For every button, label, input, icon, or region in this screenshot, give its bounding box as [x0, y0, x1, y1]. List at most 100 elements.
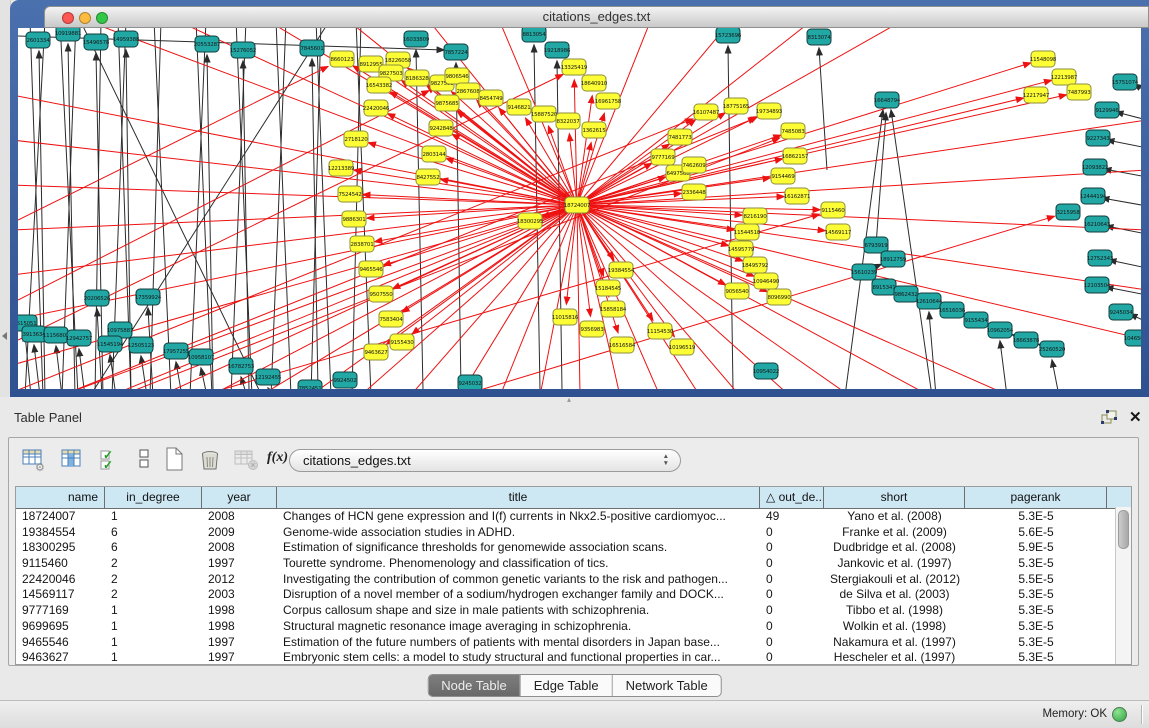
graph-node[interactable]: 2803144 [422, 146, 446, 162]
black-edge[interactable] [141, 356, 147, 389]
graph-node[interactable]: 9154469 [771, 168, 795, 184]
float-panel-icon[interactable] [1101, 410, 1118, 430]
graph-node[interactable]: 16648794 [874, 92, 901, 108]
graph-node[interactable]: 14595779 [728, 241, 755, 257]
red-edge[interactable] [577, 205, 620, 389]
graph-node[interactable]: 16782753 [228, 358, 255, 374]
row-height-icon[interactable] [131, 446, 159, 474]
graph-node[interactable]: 18300295 [517, 213, 544, 229]
graph-node[interactable]: 11548098 [1030, 51, 1057, 67]
graph-node[interactable]: 8454749 [479, 90, 503, 106]
graph-node[interactable]: 12942757 [66, 330, 93, 346]
black-edge[interactable] [80, 28, 262, 389]
graph-node[interactable]: 16107487 [693, 104, 720, 120]
column-header-name[interactable]: name [16, 487, 105, 508]
red-edge[interactable] [577, 170, 1141, 205]
column-header-short[interactable]: short [824, 487, 965, 508]
graph-node[interactable]: 9056540 [725, 283, 749, 299]
red-edge[interactable] [577, 205, 850, 389]
graph-node[interactable]: 12192455 [255, 369, 282, 385]
graph-node[interactable]: 10196519 [669, 339, 696, 355]
graph-node[interactable]: 10946490 [753, 273, 780, 289]
scrollbar-thumb[interactable] [1118, 510, 1129, 549]
graph-node[interactable]: 9886301 [342, 211, 366, 227]
graph-node[interactable]: 9356983 [580, 321, 604, 337]
citation-graph[interactable]: 1872400786601238912955182260589827503165… [18, 28, 1141, 389]
graph-node[interactable]: 15184545 [595, 280, 622, 296]
graph-node[interactable]: 9245032 [458, 375, 482, 389]
black-edge[interactable] [891, 110, 932, 389]
graph-node[interactable]: 16162871 [784, 188, 810, 204]
red-edge[interactable] [577, 205, 1010, 389]
graph-node[interactable]: 7481773 [668, 129, 692, 145]
graph-node[interactable]: 9227343 [1086, 130, 1110, 146]
graph-node[interactable]: 8427552 [416, 169, 440, 185]
graph-node[interactable]: 9862432 [894, 286, 918, 302]
table-row[interactable]: 1872400712008Changes of HCN gene express… [16, 509, 1131, 525]
graph-node[interactable]: 17957255 [163, 343, 190, 359]
column-header-pagerank[interactable]: pagerank [965, 487, 1107, 508]
graph-node[interactable]: 9155434 [964, 312, 988, 328]
black-edge[interactable] [1107, 140, 1141, 148]
table-row[interactable]: 977716911998Corpus callosum shape and si… [16, 603, 1131, 619]
graph-node[interactable]: 19218986 [544, 42, 571, 58]
black-edge[interactable] [1102, 198, 1141, 206]
graph-node[interactable]: 12093822 [1082, 159, 1108, 175]
table-row[interactable]: 946554611997Estimation of the future num… [16, 635, 1131, 651]
black-edge[interactable] [1116, 112, 1141, 120]
graph-node[interactable]: 15858184 [600, 301, 627, 317]
network-window[interactable]: citations_edges.txt 18724007866012389129… [10, 0, 1149, 397]
column-header-title[interactable]: title [277, 487, 760, 508]
column-header-in_degree[interactable]: in_degree [105, 487, 202, 508]
graph-node[interactable]: 12213389 [328, 160, 355, 176]
graph-node[interactable]: 9806546 [445, 68, 469, 84]
table-row[interactable]: 1456911722003Disruption of a novel membe… [16, 587, 1131, 603]
table-selector-dropdown[interactable]: citations_edges.txt ▲▼ [289, 449, 681, 472]
black-edge[interactable] [728, 46, 733, 389]
graph-node[interactable]: 9465546 [359, 261, 383, 277]
graph-node[interactable]: 12103504 [1084, 277, 1111, 293]
graph-node[interactable]: 10954022 [753, 363, 779, 379]
black-edge[interactable] [352, 28, 361, 389]
black-edge[interactable] [819, 48, 827, 170]
table-row[interactable]: 911546021997Tourette syndrome. Phenomeno… [16, 556, 1131, 572]
collapse-left-arrow-icon[interactable] [2, 332, 7, 340]
graph-node[interactable]: 13325419 [561, 59, 588, 75]
graph-node[interactable]: 7845601 [300, 40, 324, 56]
graph-node[interactable]: 9245034 [1109, 304, 1133, 320]
graph-node[interactable]: 8186328 [405, 70, 429, 86]
graph-node[interactable]: 16961758 [595, 93, 622, 109]
black-edge[interactable] [176, 362, 182, 389]
graph-node[interactable]: 9129946 [1095, 102, 1119, 118]
graph-node[interactable]: 16862157 [782, 148, 809, 164]
graph-node[interactable]: 7462609 [682, 157, 706, 173]
create-column-icon[interactable] [161, 446, 189, 474]
graph-node[interactable]: 11015816 [552, 309, 579, 325]
show-columns-icon[interactable] [59, 446, 87, 474]
graph-node[interactable]: 19384554 [608, 262, 635, 278]
graph-node[interactable]: 8813054 [522, 28, 546, 42]
graph-node[interactable]: 11154530 [647, 323, 674, 339]
graph-node[interactable]: 1362615 [582, 122, 606, 138]
graph-node[interactable]: 15276052 [230, 42, 256, 58]
red-edge[interactable] [577, 80, 1051, 205]
graph-node[interactable]: 20206526 [84, 290, 111, 306]
network-window-titlebar[interactable]: citations_edges.txt [44, 6, 1149, 28]
graph-node[interactable]: 25260520 [1039, 341, 1066, 357]
graph-node[interactable]: 9115460 [821, 202, 845, 218]
black-edge[interactable] [316, 28, 331, 389]
graph-node[interactable]: 9155430 [390, 334, 414, 350]
tab-node-table[interactable]: Node Table [428, 675, 521, 696]
black-edge[interactable] [929, 312, 936, 389]
graph-node[interactable]: 8915341 [872, 279, 896, 295]
column-header-out_degree[interactable]: △ out_de... [760, 487, 824, 508]
graph-node[interactable]: 9146821 [507, 99, 531, 115]
graph-node[interactable]: 9463627 [364, 344, 388, 360]
graph-node[interactable]: 12752343 [1087, 250, 1114, 266]
graph-node[interactable]: 11545194 [97, 336, 124, 352]
black-edge[interactable] [79, 349, 85, 389]
black-edge[interactable] [1104, 169, 1141, 177]
graph-node[interactable]: 2718120 [344, 131, 368, 147]
graph-node[interactable]: 16516036 [939, 302, 966, 318]
red-edge[interactable] [410, 205, 577, 389]
